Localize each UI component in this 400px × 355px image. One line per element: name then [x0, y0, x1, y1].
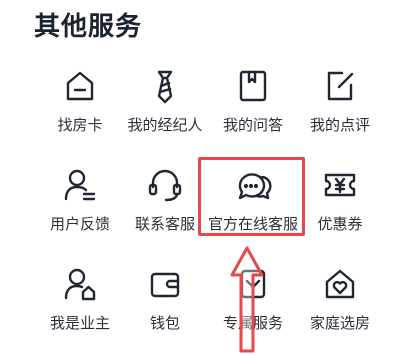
family-home-icon: [320, 264, 360, 304]
wallet-icon: [145, 264, 185, 304]
service-label: 联系客服: [134, 216, 195, 233]
service-label: 我的问答: [222, 117, 283, 134]
service-row: 我是业主 钱包 专属服务 家庭选房: [0, 256, 400, 355]
service-label: 我是业主: [49, 315, 110, 332]
service-family-home[interactable]: 家庭选房: [290, 256, 390, 348]
section-title: 其他服务: [34, 11, 143, 41]
user-feedback-icon: [60, 165, 100, 205]
service-official-online-support[interactable]: 官方在线客服: [203, 157, 303, 249]
service-row: 找房卡 我的经纪人 我的问答 我的点评: [0, 58, 400, 157]
edit-icon: [320, 66, 360, 106]
service-my-review[interactable]: 我的点评: [290, 58, 390, 150]
service-row: 用户反馈 联系客服 官方在线客服 优惠券: [0, 157, 400, 256]
service-label: 找房卡: [57, 117, 103, 134]
house-card-icon: [60, 66, 100, 106]
tie-icon: [145, 66, 185, 106]
exclusive-service-icon: [233, 264, 273, 304]
service-my-qa[interactable]: 我的问答: [203, 58, 303, 150]
service-label: 官方在线客服: [207, 216, 298, 233]
book-icon: [233, 66, 273, 106]
headset-icon: [145, 165, 185, 205]
service-label: 我的经纪人: [127, 117, 203, 134]
coupon-icon: [320, 165, 360, 205]
service-label: 钱包: [149, 315, 180, 332]
service-grid: 找房卡 我的经纪人 我的问答 我的点评 用户反馈 联系客服 官方在线客服 优惠券…: [0, 58, 400, 355]
service-exclusive[interactable]: 专属服务: [203, 256, 303, 348]
owner-icon: [60, 264, 100, 304]
service-label: 家庭选房: [309, 315, 370, 332]
service-my-agent[interactable]: 我的经纪人: [115, 58, 215, 150]
service-label: 我的点评: [309, 117, 370, 134]
service-coupon[interactable]: 优惠券: [290, 157, 390, 249]
service-label: 优惠券: [317, 216, 363, 233]
service-contact-support[interactable]: 联系客服: [115, 157, 215, 249]
service-label: 专属服务: [222, 315, 283, 332]
service-label: 用户反馈: [49, 216, 110, 233]
service-wallet[interactable]: 钱包: [115, 256, 215, 348]
chat-bubbles-icon: [233, 165, 273, 205]
